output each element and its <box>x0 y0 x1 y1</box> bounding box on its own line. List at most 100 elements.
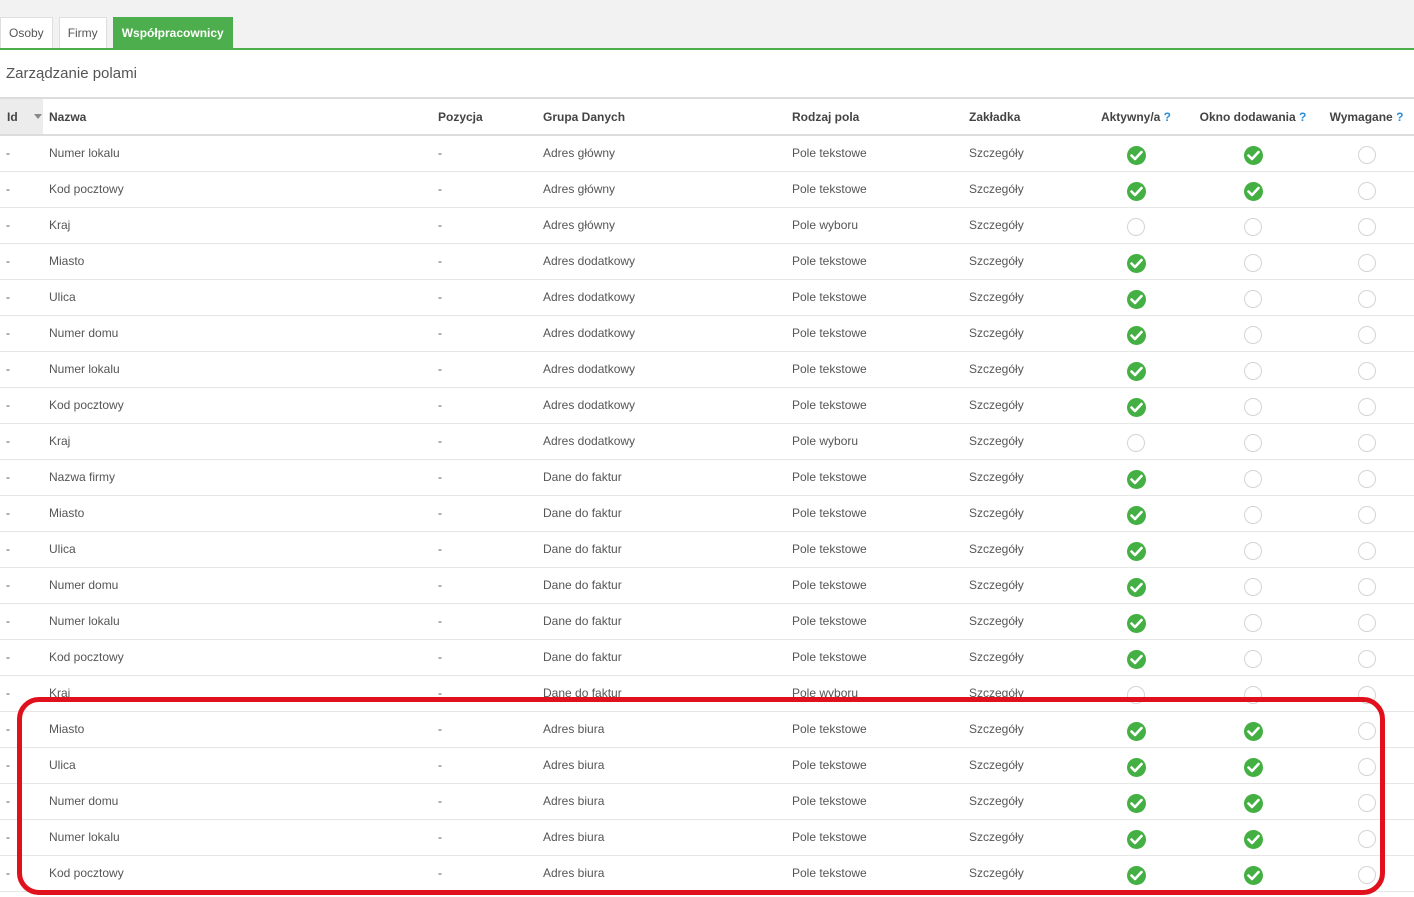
empty-circle-icon[interactable] <box>1357 362 1376 380</box>
check-circle-icon[interactable] <box>1126 505 1146 525</box>
help-icon[interactable]: ? <box>1396 110 1403 124</box>
empty-circle-icon[interactable] <box>1357 146 1376 165</box>
check-circle-icon[interactable] <box>1126 865 1146 885</box>
table-row[interactable]: - Ulica - Dane do faktur Pole tekstowe Szczeg… <box>0 531 1414 568</box>
empty-circle-icon[interactable] <box>1357 434 1376 452</box>
empty-circle-icon[interactable] <box>1357 866 1376 884</box>
cell-name: Kod pocztowy <box>43 639 438 676</box>
check-circle-icon[interactable] <box>1126 397 1146 417</box>
empty-circle-icon[interactable] <box>1244 362 1262 380</box>
empty-circle-icon[interactable] <box>1244 398 1262 416</box>
empty-circle-icon[interactable] <box>1357 578 1376 596</box>
empty-circle-icon[interactable] <box>1357 506 1376 524</box>
empty-circle-icon[interactable] <box>1357 722 1376 740</box>
check-circle-icon[interactable] <box>1243 721 1263 741</box>
check-circle-icon[interactable] <box>1126 613 1146 633</box>
col-header-name[interactable]: Nazwa <box>43 97 438 136</box>
check-circle-icon[interactable] <box>1126 793 1146 813</box>
empty-circle-icon[interactable] <box>1357 650 1376 668</box>
empty-circle-icon[interactable] <box>1357 686 1376 704</box>
check-circle-icon[interactable] <box>1126 649 1146 669</box>
table-row[interactable]: - Kraj - Adres dodatkowy Pole wyboru Szczegół… <box>0 423 1414 460</box>
check-circle-icon[interactable] <box>1243 145 1263 165</box>
empty-circle-icon[interactable] <box>1244 686 1262 704</box>
empty-circle-icon[interactable] <box>1127 218 1145 236</box>
empty-circle-icon[interactable] <box>1244 650 1262 668</box>
empty-circle-icon[interactable] <box>1244 506 1262 524</box>
empty-circle-icon[interactable] <box>1357 470 1376 488</box>
table-row[interactable]: - Kod pocztowy - Adres biura Pole tekstowe Sz… <box>0 855 1414 892</box>
check-circle-icon[interactable] <box>1126 289 1146 309</box>
help-icon[interactable]: ? <box>1164 110 1171 124</box>
table-row[interactable]: - Kod pocztowy - Adres główny Pole tekstowe S… <box>0 171 1414 208</box>
table-row[interactable]: - Numer lokalu - Dane do faktur Pole tekstow… <box>0 603 1414 640</box>
check-circle-icon[interactable] <box>1243 793 1263 813</box>
check-circle-icon[interactable] <box>1243 757 1263 777</box>
empty-circle-icon[interactable] <box>1244 434 1262 452</box>
table-row[interactable]: - Kod pocztowy - Dane do faktur Pole tekstow… <box>0 639 1414 676</box>
col-header-id[interactable]: Id <box>0 97 43 136</box>
empty-circle-icon[interactable] <box>1357 182 1376 200</box>
empty-circle-icon[interactable] <box>1244 542 1262 560</box>
col-header-tab[interactable]: Zakładka <box>969 97 1085 136</box>
table-row[interactable]: - Numer domu - Dane do faktur Pole tekstowe S… <box>0 567 1414 604</box>
table-row[interactable]: - Nazwa firmy - Dane do faktur Pole tekstowe… <box>0 459 1414 496</box>
empty-circle-icon[interactable] <box>1244 470 1262 488</box>
table-row[interactable]: - Miasto - Adres biura Pole tekstowe Szczegół… <box>0 711 1414 748</box>
table-row[interactable]: - Ulica - Adres biura Pole tekstowe Szczegóły <box>0 747 1414 784</box>
check-circle-icon[interactable] <box>1126 541 1146 561</box>
empty-circle-icon[interactable] <box>1244 290 1262 308</box>
table-row[interactable]: - Miasto - Dane do faktur Pole tekstowe Szcze… <box>0 495 1414 532</box>
check-circle-icon[interactable] <box>1126 757 1146 777</box>
check-circle-icon[interactable] <box>1126 325 1146 345</box>
check-circle-icon[interactable] <box>1126 469 1146 489</box>
check-circle-icon[interactable] <box>1126 577 1146 597</box>
check-circle-icon[interactable] <box>1126 721 1146 741</box>
empty-circle-icon[interactable] <box>1357 398 1376 416</box>
check-circle-icon[interactable] <box>1126 253 1146 273</box>
empty-circle-icon[interactable] <box>1244 254 1262 272</box>
table-row[interactable]: - Numer domu - Adres biura Pole tekstowe Szcz… <box>0 783 1414 820</box>
empty-circle-icon[interactable] <box>1244 218 1262 236</box>
empty-circle-icon[interactable] <box>1357 542 1376 560</box>
empty-circle-icon[interactable] <box>1357 758 1376 776</box>
table-row[interactable]: - Numer lokalu - Adres główny Pole tekstowe S… <box>0 135 1414 172</box>
check-circle-icon[interactable] <box>1243 829 1263 849</box>
table-row[interactable]: - Kod pocztowy - Adres dodatkowy Pole teksto… <box>0 387 1414 424</box>
col-header-position[interactable]: Pozycja <box>438 97 543 136</box>
col-header-group[interactable]: Grupa Danych <box>543 97 792 136</box>
empty-circle-icon[interactable] <box>1357 326 1376 344</box>
empty-circle-icon[interactable] <box>1357 794 1376 812</box>
empty-circle-icon[interactable] <box>1357 254 1376 272</box>
sort-down-icon[interactable] <box>34 114 42 119</box>
empty-circle-icon[interactable] <box>1244 614 1262 632</box>
empty-circle-icon[interactable] <box>1357 614 1376 632</box>
empty-circle-icon[interactable] <box>1357 290 1376 308</box>
check-circle-icon[interactable] <box>1126 361 1146 381</box>
table-row[interactable]: - Kraj - Adres główny Pole wyboru Szczegóły <box>0 207 1414 244</box>
check-circle-icon[interactable] <box>1126 829 1146 849</box>
table-row[interactable]: - Numer lokalu - Adres biura Pole tekstowe Sz… <box>0 819 1414 856</box>
cell-type: Pole tekstowe <box>792 495 969 532</box>
table-row[interactable]: - Numer lokalu - Adres dodatkowy Pole teksto… <box>0 351 1414 388</box>
cell-tab: Szczegóły <box>969 639 1085 676</box>
table-row[interactable]: - Numer domu - Adres dodatkowy Pole tekstowe… <box>0 315 1414 352</box>
check-circle-icon[interactable] <box>1243 865 1263 885</box>
empty-circle-icon[interactable] <box>1357 830 1376 848</box>
table-row[interactable]: - Miasto - Adres dodatkowy Pole tekstowe Szcz… <box>0 243 1414 280</box>
tab-osoby[interactable]: Osoby <box>0 17 53 48</box>
empty-circle-icon[interactable] <box>1127 434 1145 452</box>
help-icon[interactable]: ? <box>1299 110 1306 124</box>
empty-circle-icon[interactable] <box>1357 218 1376 236</box>
check-circle-icon[interactable] <box>1243 181 1263 201</box>
tab-wspolpracownicy[interactable]: Współpracownicy <box>112 17 233 49</box>
check-circle-icon[interactable] <box>1126 145 1146 165</box>
table-row[interactable]: - Ulica - Adres dodatkowy Pole tekstowe Szcze… <box>0 279 1414 316</box>
table-row[interactable]: - Kraj - Dane do faktur Pole wyboru Szczegóły <box>0 675 1414 712</box>
empty-circle-icon[interactable] <box>1244 326 1262 344</box>
empty-circle-icon[interactable] <box>1244 578 1262 596</box>
tab-firmy[interactable]: Firmy <box>58 17 107 48</box>
check-circle-icon[interactable] <box>1126 181 1146 201</box>
col-header-type[interactable]: Rodzaj pola <box>792 97 969 136</box>
empty-circle-icon[interactable] <box>1127 686 1145 704</box>
